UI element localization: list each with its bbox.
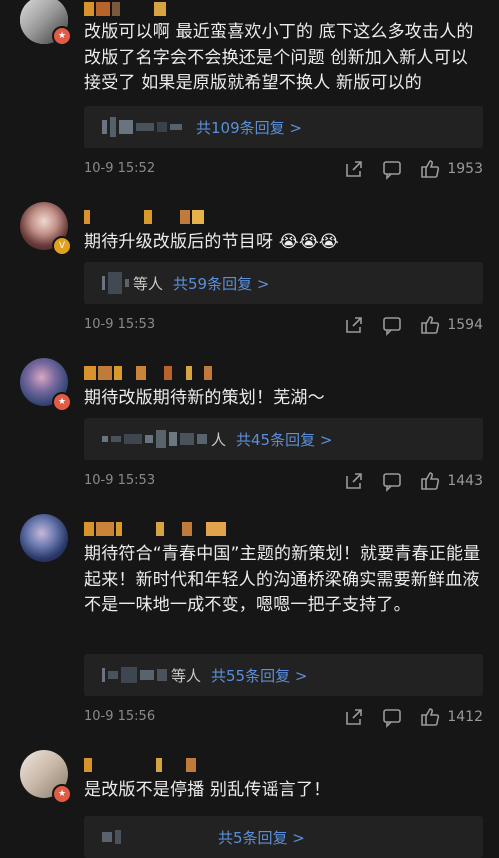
replier-avatars (102, 430, 207, 448)
replier-avatars (102, 117, 182, 137)
share-icon[interactable] (343, 314, 365, 336)
replier-avatars (102, 667, 167, 683)
username[interactable] (84, 210, 204, 224)
comment-icon[interactable] (381, 706, 403, 728)
replies-count-link[interactable]: 共55条回复 > (211, 665, 307, 686)
comment-text: 期待改版期待新的策划！芜湖～ (84, 388, 325, 408)
timestamp: 10-9 15:53 (84, 317, 156, 332)
thumbs-up-icon[interactable] (419, 470, 441, 492)
replies-box[interactable]: 等人 共55条回复 > (84, 654, 483, 696)
like-count: 1953 (447, 161, 483, 177)
username[interactable] (84, 366, 212, 380)
thumbs-up-icon[interactable] (419, 158, 441, 180)
verified-badge-icon: V (52, 236, 72, 256)
comment-meta: 10-9 15:52 1953 (84, 158, 483, 182)
avatar[interactable] (20, 514, 68, 562)
replies-label: 等人 (133, 274, 164, 293)
comment-text: 期待升级改版后的节目呀 😭😭😭 (84, 232, 339, 252)
comment-meta: 10-9 15:56 1412 (84, 706, 483, 730)
verified-badge-icon: ★ (52, 26, 72, 46)
replies-count-link[interactable]: 共59条回复 > (173, 273, 269, 294)
replies-count-link[interactable]: 共109条回复 > (196, 117, 302, 138)
replies-box[interactable]: 共109条回复 > (84, 106, 483, 148)
share-icon[interactable] (343, 158, 365, 180)
share-icon[interactable] (343, 470, 365, 492)
thumbs-up-icon[interactable] (419, 706, 441, 728)
replies-label: 等人 (171, 666, 202, 685)
comment-text: 是改版不是停播 别乱传谣言了！ (84, 780, 331, 800)
like-count: 1443 (447, 473, 483, 489)
like-count: 1594 (447, 317, 483, 333)
username[interactable] (84, 758, 196, 772)
comment-meta: 10-9 15:53 1594 (84, 314, 483, 338)
replies-box[interactable]: 共5条回复 > (84, 816, 483, 858)
like-count: 1412 (447, 709, 483, 725)
username[interactable] (84, 2, 166, 16)
replies-box[interactable]: 人 共45条回复 > (84, 418, 483, 460)
timestamp: 10-9 15:52 (84, 161, 156, 176)
comment-meta: 10-9 15:53 1443 (84, 470, 483, 494)
comment-icon[interactable] (381, 470, 403, 492)
replier-avatars (102, 272, 129, 294)
verified-badge-icon: ★ (52, 784, 72, 804)
comment-icon[interactable] (381, 158, 403, 180)
username[interactable] (84, 522, 226, 536)
replies-label: 人 (211, 430, 227, 449)
replier-avatars (102, 830, 204, 844)
share-icon[interactable] (343, 706, 365, 728)
thumbs-up-icon[interactable] (419, 314, 441, 336)
replies-box[interactable]: 等人 共59条回复 > (84, 262, 483, 304)
comment-text: 改版可以啊 最近蛮喜欢小丁的 底下这么多攻击人的 改版了名字会不会换还是个问题 … (84, 22, 474, 93)
verified-badge-icon: ★ (52, 392, 72, 412)
replies-count-link[interactable]: 共45条回复 > (236, 429, 332, 450)
timestamp: 10-9 15:53 (84, 473, 156, 488)
comment-icon[interactable] (381, 314, 403, 336)
timestamp: 10-9 15:56 (84, 709, 156, 724)
comment-text: 期待符合“青春中国”主题的新策划！就要青春正能量起来！新时代和年轻人的沟通桥梁确… (84, 544, 481, 615)
